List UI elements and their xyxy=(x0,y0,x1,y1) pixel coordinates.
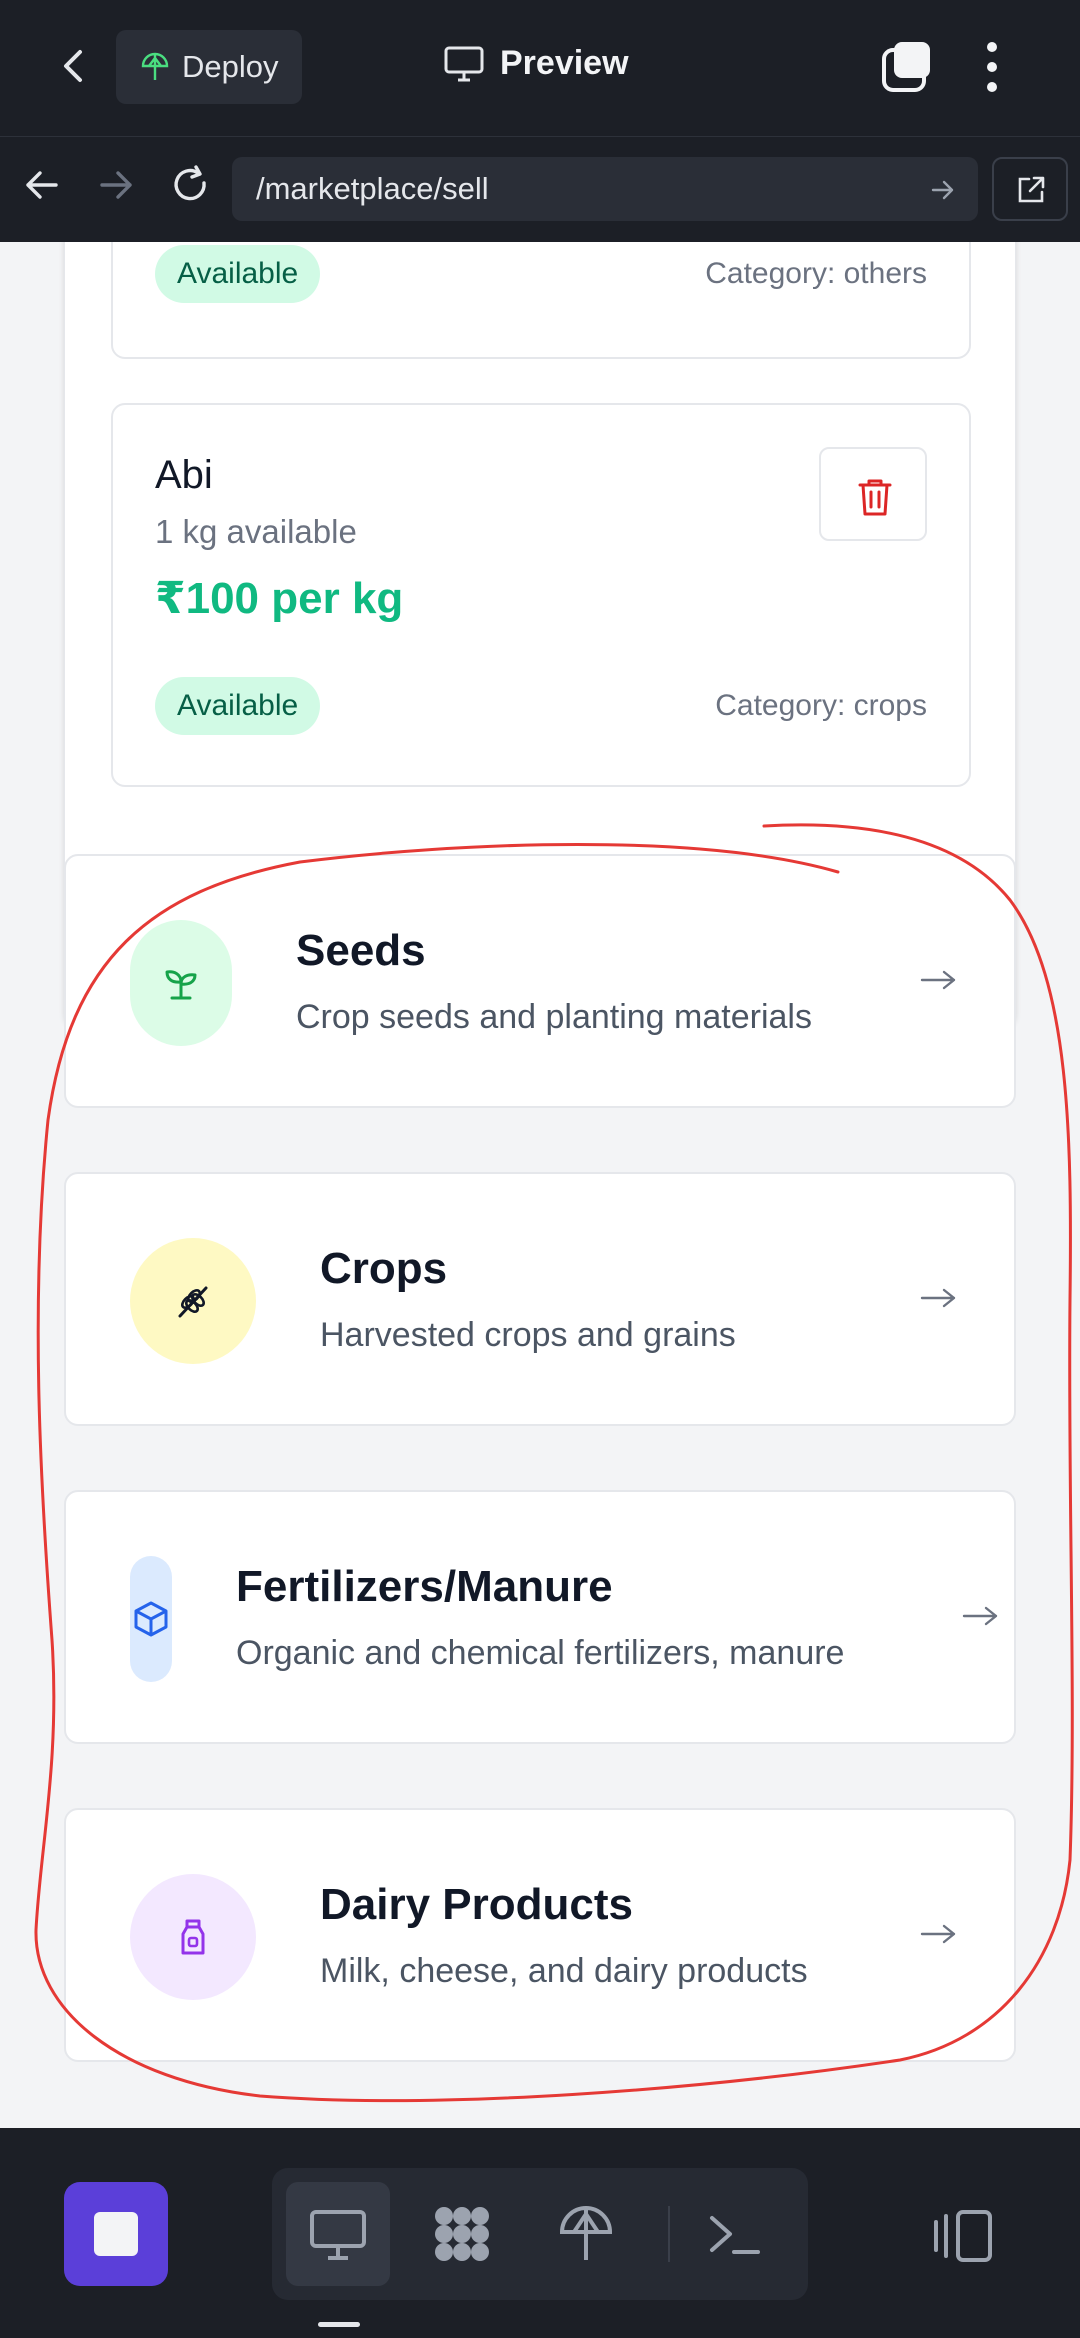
delete-listing-button[interactable] xyxy=(819,447,927,541)
deploy-icon xyxy=(559,2206,613,2260)
nav-back-icon[interactable] xyxy=(20,163,64,207)
wheat-icon xyxy=(130,1238,256,1364)
more-options-icon[interactable] xyxy=(984,40,1000,94)
trash-icon xyxy=(858,479,892,516)
monitor-icon xyxy=(444,46,484,81)
preview-title: Preview xyxy=(444,44,629,83)
top-bar: Deploy Preview xyxy=(0,0,1080,136)
arrow-right-icon xyxy=(920,1924,956,1944)
availability-badge: Available xyxy=(155,677,321,735)
category-description: Harvested crops and grains xyxy=(320,1316,736,1354)
divider xyxy=(668,2206,670,2262)
package-icon xyxy=(130,1556,172,1682)
listing-name: Abi xyxy=(155,453,213,497)
category-title: Seeds xyxy=(296,926,426,975)
external-link-icon xyxy=(1018,176,1045,203)
open-external-button[interactable] xyxy=(992,157,1068,221)
terminal-icon xyxy=(710,2216,760,2254)
category-description: Crop seeds and planting materials xyxy=(296,998,812,1036)
milk-icon xyxy=(130,1874,256,2000)
url-bar: /marketplace/sell xyxy=(0,136,1080,242)
category-card-fertilizers[interactable]: Fertilizers/Manure Organic and chemical … xyxy=(64,1490,1016,1744)
nav-forward-icon[interactable] xyxy=(94,163,138,207)
deploy-button[interactable]: Deploy xyxy=(116,30,302,104)
category-description: Organic and chemical fertilizers, manure xyxy=(236,1634,845,1672)
arrow-right-icon xyxy=(920,970,956,990)
bottom-toolbar xyxy=(0,2128,1080,2338)
category-card-dairy[interactable]: Dairy Products Milk, cheese, and dairy p… xyxy=(64,1808,1016,2062)
listing-category: Category: crops xyxy=(715,689,927,722)
category-card-seeds[interactable]: Seeds Crop seeds and planting materials xyxy=(64,854,1016,1108)
category-title: Dairy Products xyxy=(320,1880,633,1929)
tabs-icon[interactable] xyxy=(880,40,934,94)
deploy-tool-button[interactable] xyxy=(534,2182,638,2286)
stop-icon xyxy=(94,2212,138,2256)
deploy-label: Deploy xyxy=(182,49,279,84)
arrow-right-icon xyxy=(962,1606,998,1626)
monitor-icon xyxy=(310,2210,366,2260)
back-chevron-icon[interactable] xyxy=(52,44,96,88)
reload-icon[interactable] xyxy=(168,163,212,207)
preview-tool-button[interactable] xyxy=(286,2182,390,2286)
availability-badge: Available xyxy=(155,245,321,303)
terminal-tool-button[interactable] xyxy=(682,2182,786,2286)
arrow-right-icon xyxy=(920,1288,956,1308)
url-input[interactable]: /marketplace/sell xyxy=(232,157,978,221)
listing-price: ₹100 per kg xyxy=(155,574,404,623)
listing-category: Category: others xyxy=(705,257,927,290)
go-arrow-icon[interactable] xyxy=(930,177,956,203)
listing-card: Abi 1 kg available ₹100 per kg Available… xyxy=(111,403,971,787)
preview-label: Preview xyxy=(500,44,629,82)
listing-card: Available Category: others xyxy=(111,242,971,359)
page-content: Available Category: others Abi 1 kg avai… xyxy=(0,242,1080,2128)
deploy-icon xyxy=(141,52,169,80)
category-title: Crops xyxy=(320,1244,448,1293)
category-card-crops[interactable]: Crops Harvested crops and grains xyxy=(64,1172,1016,1426)
category-title: Fertilizers/Manure xyxy=(236,1562,613,1611)
listing-quantity: 1 kg available xyxy=(155,513,357,550)
home-indicator xyxy=(318,2322,360,2327)
category-description: Milk, cheese, and dairy products xyxy=(320,1952,808,1990)
side-panel-icon[interactable] xyxy=(932,2208,994,2264)
tool-switcher xyxy=(272,2168,808,2300)
sprout-icon xyxy=(130,920,232,1046)
modules-tool-button[interactable] xyxy=(410,2182,514,2286)
grid-blob-icon xyxy=(435,2207,489,2261)
stop-button[interactable] xyxy=(64,2182,168,2286)
